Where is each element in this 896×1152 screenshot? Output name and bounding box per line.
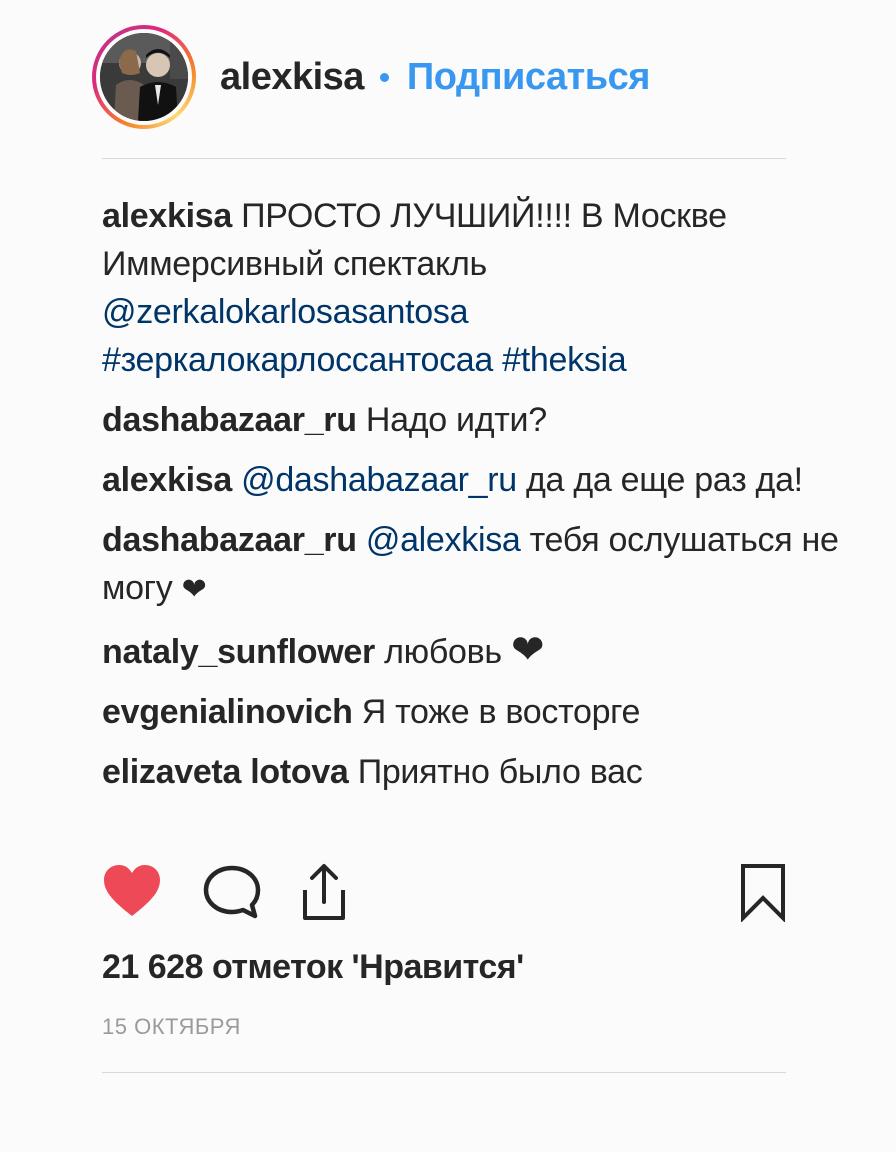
comment-text: Я тоже в восторге	[361, 693, 641, 731]
profile-photo-icon	[100, 33, 188, 121]
divider	[102, 1072, 786, 1073]
action-bar	[102, 860, 792, 930]
heart-emoji-icon: ❤	[510, 628, 545, 672]
share-icon[interactable]	[298, 862, 350, 927]
likes-count[interactable]: 21 628 отметок 'Нравится'	[102, 948, 524, 987]
comment-item: evgenialinovich Я тоже в восторге	[102, 688, 862, 736]
comment-icon[interactable]	[202, 864, 262, 925]
comment-text	[493, 341, 502, 379]
hashtag-link[interactable]: #theksia	[502, 341, 627, 379]
comment-item: dashabazaar_ru @alexkisa тебя ослушаться…	[102, 516, 862, 614]
comment-item: nataly_sunflower любовь ❤	[102, 626, 862, 676]
follow-button[interactable]: Подписаться	[407, 56, 650, 99]
hashtag-link[interactable]: #зеркалокарлоссантосаа	[102, 341, 493, 379]
username-link[interactable]: alexkisa	[220, 56, 364, 99]
mention-link[interactable]: @alexkisa	[366, 521, 521, 559]
mention-link[interactable]: @zerkalokarlosasantosa	[102, 293, 469, 331]
comment-username[interactable]: evgenialinovich	[102, 693, 353, 731]
comment-username[interactable]: alexkisa	[102, 461, 232, 499]
comment-text: да да еще раз да!	[516, 461, 803, 499]
divider	[102, 158, 786, 159]
comment-username[interactable]: alexkisa	[102, 197, 232, 235]
comment-item: alexkisa @dashabazaar_ru да да еще раз д…	[102, 456, 862, 504]
post-header: alexkisa Подписаться	[92, 22, 792, 132]
comment-text: Приятно было вас	[357, 753, 643, 791]
comment-username[interactable]: elizaveta lotova	[102, 753, 349, 791]
heart-filled-icon[interactable]	[102, 864, 162, 923]
bookmark-icon[interactable]	[738, 862, 788, 927]
mention-link[interactable]: @dashabazaar_ru	[241, 461, 517, 499]
comment-text: любовь	[384, 633, 511, 671]
heart-emoji-icon: ❤	[181, 573, 207, 606]
avatar[interactable]	[100, 33, 188, 121]
comment-item: dashabazaar_ru Надо идти?	[102, 396, 862, 444]
comment-username[interactable]: nataly_sunflower	[102, 633, 375, 671]
comment-text: Надо идти?	[365, 401, 547, 439]
comment-username[interactable]: dashabazaar_ru	[102, 401, 357, 439]
comment-list: alexkisa ПРОСТО ЛУЧШИЙ!!!! В Москве Имме…	[102, 192, 862, 808]
comment-item: alexkisa ПРОСТО ЛУЧШИЙ!!!! В Москве Имме…	[102, 192, 862, 384]
comment-item: elizaveta lotova Приятно было вас	[102, 748, 862, 796]
separator-dot	[379, 72, 389, 82]
comment-username[interactable]: dashabazaar_ru	[102, 521, 357, 559]
post-date: 15 ОКТЯБРЯ	[102, 1014, 241, 1039]
story-ring[interactable]	[92, 25, 196, 129]
